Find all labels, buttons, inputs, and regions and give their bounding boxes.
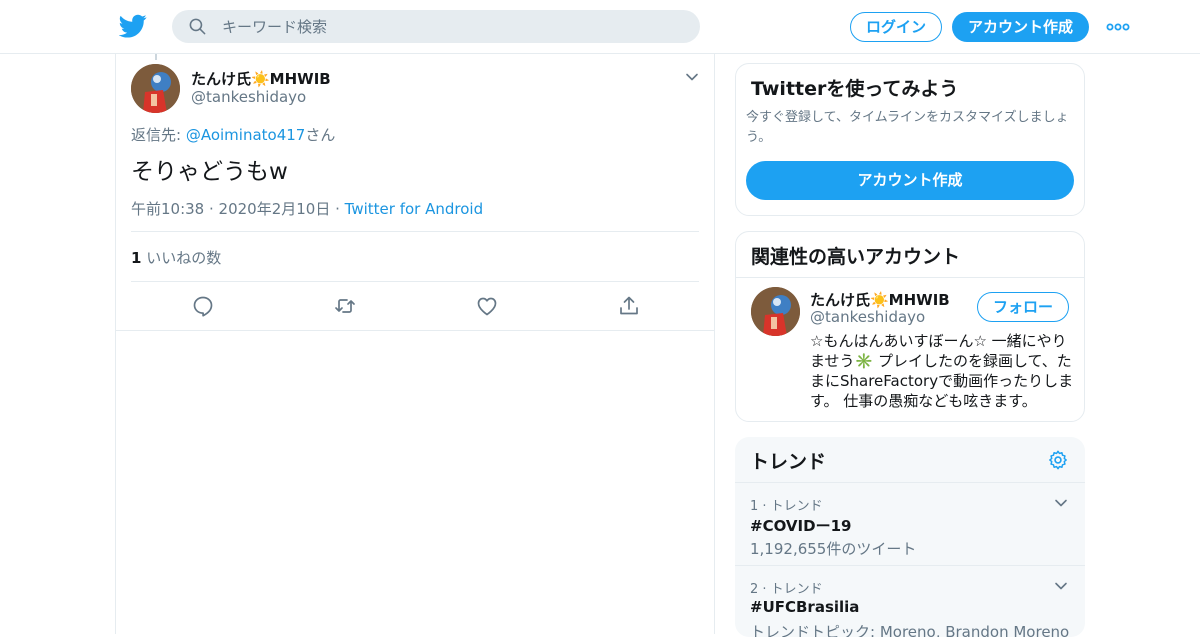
tweet-author-name[interactable]: たんけ氏☀️MHWIB <box>191 68 331 89</box>
like-icon[interactable] <box>475 294 499 318</box>
trend-item[interactable]: 2 · トレンド #UFCBrasilia トレンドトピック: Moreno, … <box>735 566 1085 637</box>
tweet-author-handle[interactable]: @tankeshidayo <box>191 88 306 106</box>
related-account-name[interactable]: たんけ氏☀️MHWIB <box>810 289 950 310</box>
like-count[interactable]: 1 いいねの数 <box>131 247 221 268</box>
share-icon[interactable] <box>617 294 641 318</box>
trends-card: トレンド 1 · トレンド #COVIDー19 1,192,655件のツイート … <box>735 437 1085 637</box>
signup-card-title: Twitterを使ってみよう <box>751 78 959 100</box>
chevron-down-icon[interactable] <box>1053 578 1069 594</box>
signup-button[interactable]: アカウント作成 <box>952 12 1089 42</box>
trend-hashtag[interactable]: #COVIDー19 <box>750 515 851 536</box>
avatar-image <box>751 287 800 336</box>
like-count-label: いいねの数 <box>141 249 222 267</box>
divider <box>116 330 714 331</box>
reply-prefix: 返信先: <box>131 126 186 144</box>
like-count-number: 1 <box>131 249 142 267</box>
signup-card-button[interactable]: アカウント作成 <box>746 161 1074 200</box>
tweet-detail-column: たんけ氏☀️MHWIB @tankeshidayo 返信先: @Aoiminat… <box>115 54 715 634</box>
reply-mention-link[interactable]: @Aoiminato417 <box>186 126 306 144</box>
twitter-bird-icon[interactable] <box>119 12 147 40</box>
login-button[interactable]: ログイン <box>850 12 942 42</box>
tweet-source-link[interactable]: Twitter for Android <box>345 200 483 218</box>
search-bar[interactable] <box>172 10 700 43</box>
related-accounts-card: 関連性の高いアカウント たんけ氏☀️MHWIB @tankeshidayo フォ… <box>735 231 1085 422</box>
divider <box>736 277 1084 278</box>
gear-icon[interactable] <box>1047 449 1069 471</box>
retweet-icon[interactable] <box>333 294 357 318</box>
chevron-down-icon[interactable] <box>684 69 700 85</box>
follow-button[interactable]: フォロー <box>977 292 1069 322</box>
avatar[interactable] <box>131 64 180 113</box>
more-icon[interactable] <box>1106 18 1130 36</box>
thread-connector-line <box>155 54 157 60</box>
divider <box>131 281 699 282</box>
reply-icon[interactable] <box>191 294 215 318</box>
signup-prompt-card: Twitterを使ってみよう 今すぐ登録して、タイムラインをカスタマイズしましょ… <box>735 63 1085 216</box>
top-navigation-bar: ログイン アカウント作成 <box>0 0 1200 54</box>
signup-card-description: 今すぐ登録して、タイムラインをカスタマイズしましょう。 <box>746 110 1069 145</box>
trend-topic: トレンドトピック: Moreno, Brandon Moreno <box>750 623 1070 637</box>
tweet-text: そりゃどうもw <box>131 159 288 185</box>
trend-hashtag[interactable]: #UFCBrasilia <box>750 598 859 616</box>
tweet-timestamp[interactable]: 午前10:38 · 2020年2月10日 · <box>131 200 345 218</box>
avatar[interactable] <box>751 287 800 336</box>
trend-rank: 1 · トレンド <box>750 499 823 514</box>
related-account-handle[interactable]: @tankeshidayo <box>810 308 925 326</box>
trend-item[interactable]: 1 · トレンド #COVIDー19 1,192,655件のツイート <box>735 483 1085 566</box>
search-input[interactable] <box>222 10 682 43</box>
trends-header: トレンド <box>735 437 1085 483</box>
related-card-title: 関連性の高いアカウント <box>751 246 961 268</box>
chevron-down-icon[interactable] <box>1053 495 1069 511</box>
tweet-metadata: 午前10:38 · 2020年2月10日 · Twitter for Andro… <box>131 198 483 219</box>
reply-suffix: さん <box>305 126 336 144</box>
related-account-bio: ☆もんはんあいすぼーん☆ 一緒にやりませう✳️ プレイしたのを録画して、たまにS… <box>810 332 1074 410</box>
search-icon <box>189 18 206 35</box>
trend-tweet-count: 1,192,655件のツイート <box>750 540 917 558</box>
reply-context: 返信先: @Aoiminato417さん <box>131 124 335 145</box>
divider <box>131 231 699 232</box>
avatar-image <box>131 64 180 113</box>
trends-title: トレンド <box>750 451 827 473</box>
trend-rank: 2 · トレンド <box>750 582 823 597</box>
